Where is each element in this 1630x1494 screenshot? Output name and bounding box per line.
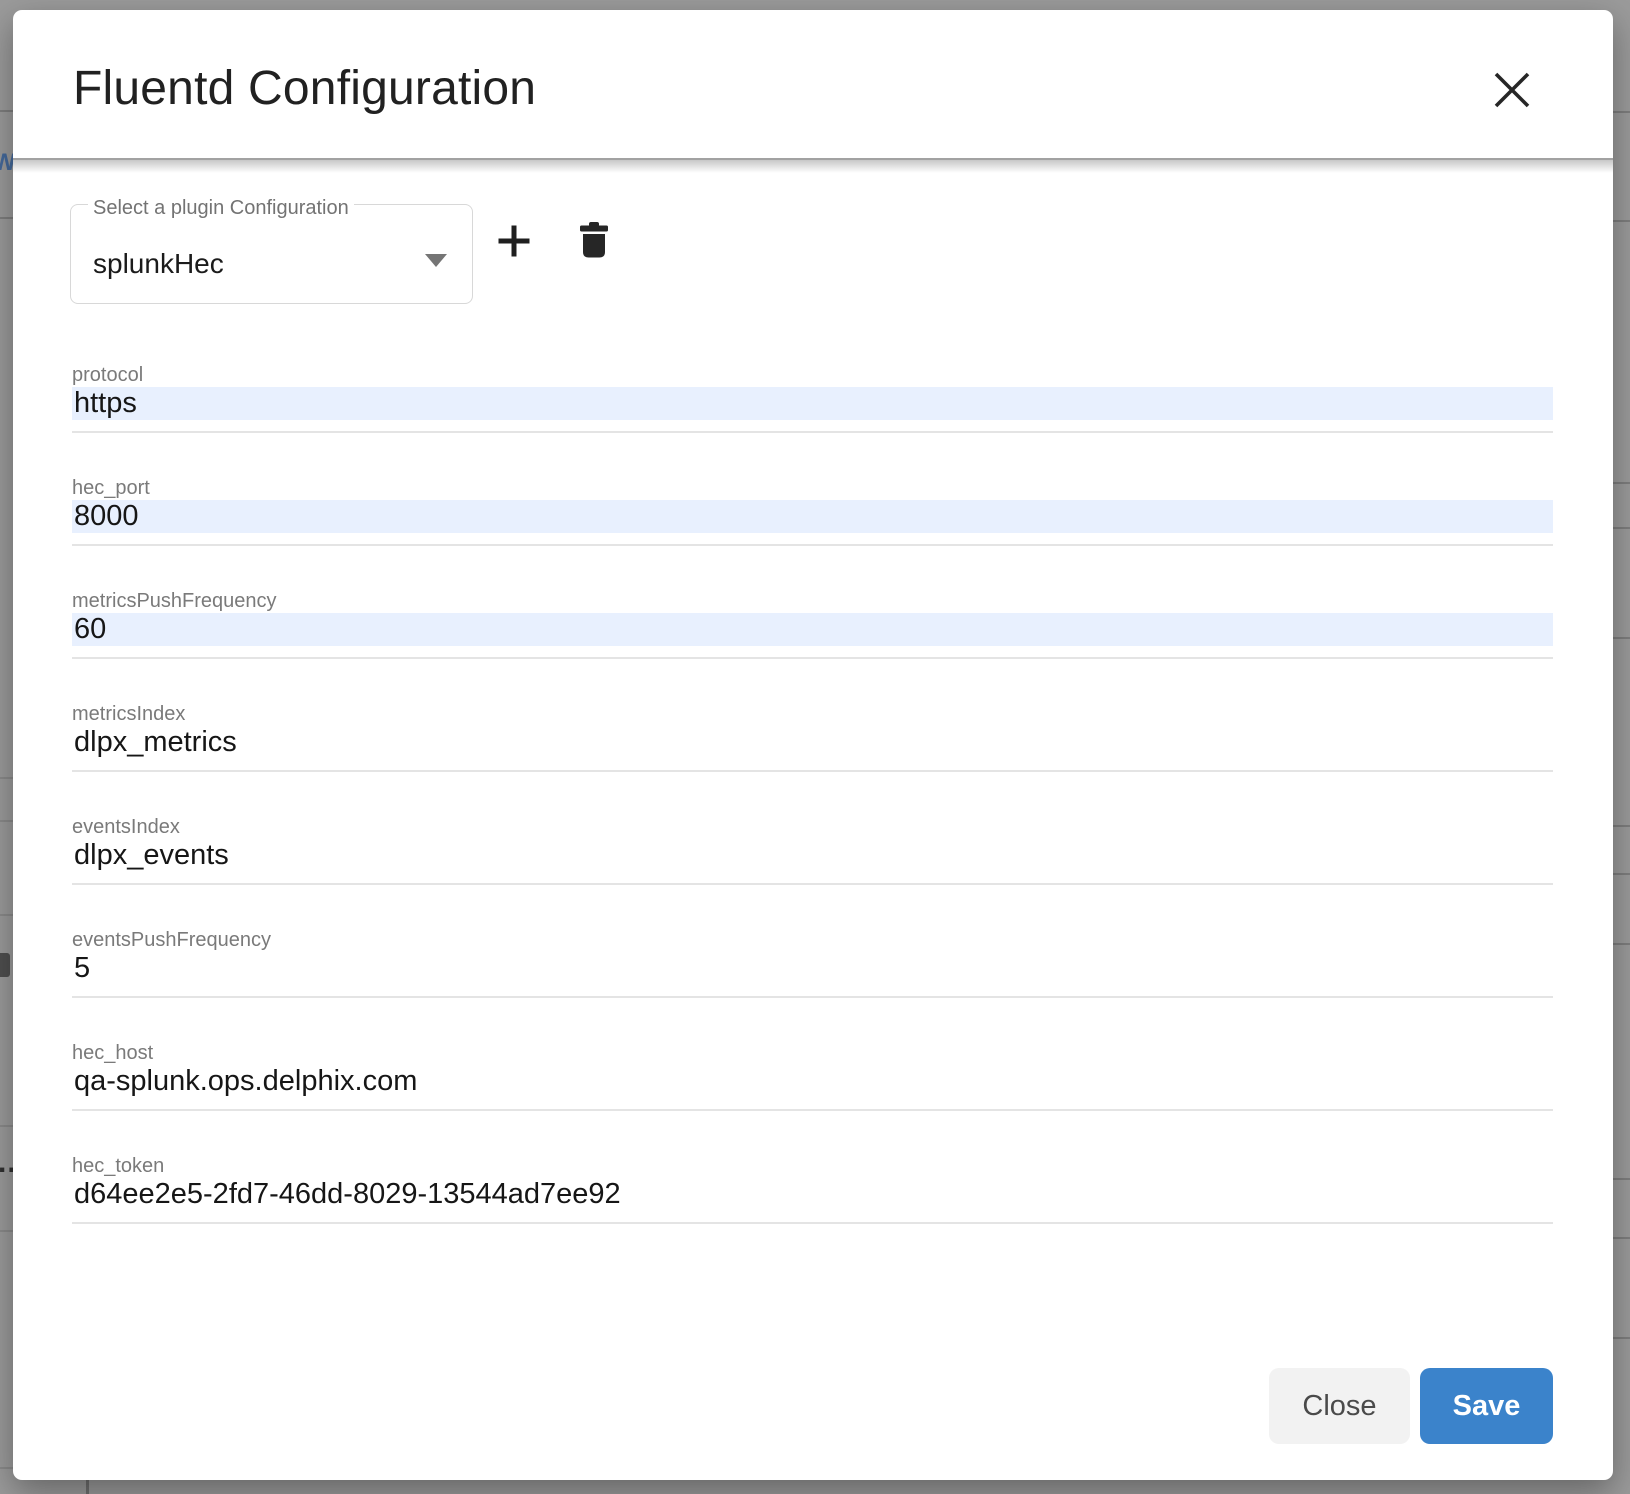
background-line bbox=[1613, 1178, 1630, 1180]
field-hec_token: hec_tokend64ee2e5-2fd7-46dd-8029-13544ad… bbox=[72, 1154, 1553, 1267]
field-input[interactable]: d64ee2e5-2fd7-46dd-8029-13544ad7ee92 bbox=[72, 1178, 1553, 1211]
field-eventsIndex: eventsIndexdlpx_events bbox=[72, 815, 1553, 928]
field-underline bbox=[72, 996, 1553, 998]
field-underline bbox=[72, 883, 1553, 885]
field-input[interactable]: https bbox=[72, 387, 1553, 420]
plugin-select-value: splunkHec bbox=[93, 247, 224, 281]
close-button[interactable]: Close bbox=[1269, 1368, 1410, 1444]
field-input[interactable]: qa-splunk.ops.delphix.com bbox=[72, 1065, 1553, 1098]
delete-configuration-button[interactable] bbox=[579, 222, 609, 259]
background-line bbox=[1613, 220, 1630, 222]
background-line bbox=[1613, 637, 1630, 639]
field-label: metricsPushFrequency bbox=[72, 589, 1553, 613]
background-line bbox=[1613, 1237, 1630, 1239]
field-label: eventsIndex bbox=[72, 815, 1553, 839]
field-input[interactable]: 60 bbox=[72, 613, 1553, 646]
field-underline bbox=[72, 1109, 1553, 1111]
background-line bbox=[1613, 873, 1630, 875]
background-line bbox=[1613, 482, 1630, 484]
background-line bbox=[0, 1125, 14, 1127]
field-input[interactable]: dlpx_metrics bbox=[72, 726, 1553, 759]
background-line bbox=[0, 820, 14, 822]
field-label: hec_port bbox=[72, 476, 1553, 500]
field-metricsIndex: metricsIndexdlpx_metrics bbox=[72, 702, 1553, 815]
background-line bbox=[0, 777, 14, 779]
configuration-fields: protocolhttpshec_port8000metricsPushFreq… bbox=[72, 363, 1553, 1267]
add-configuration-button[interactable] bbox=[497, 224, 531, 258]
field-underline bbox=[72, 1222, 1553, 1224]
close-dialog-button[interactable] bbox=[1490, 68, 1534, 112]
field-input[interactable]: dlpx_events bbox=[72, 839, 1553, 872]
field-underline bbox=[72, 770, 1553, 772]
plugin-configuration-select[interactable]: Select a plugin Configuration splunkHec bbox=[70, 204, 473, 304]
field-eventsPushFrequency: eventsPushFrequency5 bbox=[72, 928, 1553, 1041]
field-label: hec_token bbox=[72, 1154, 1553, 1178]
background-line bbox=[1613, 527, 1630, 529]
field-underline bbox=[72, 544, 1553, 546]
plus-icon bbox=[497, 224, 531, 258]
field-protocol: protocolhttps bbox=[72, 363, 1553, 476]
background-line bbox=[1613, 825, 1630, 827]
field-hec_host: hec_hostqa-splunk.ops.delphix.com bbox=[72, 1041, 1553, 1154]
field-label: protocol bbox=[72, 363, 1553, 387]
background-line bbox=[86, 1478, 89, 1494]
field-underline bbox=[72, 657, 1553, 659]
field-metricsPushFrequency: metricsPushFrequency60 bbox=[72, 589, 1553, 702]
plugin-select-label: Select a plugin Configuration bbox=[88, 197, 354, 219]
fluentd-configuration-dialog: Fluentd Configuration Select a plugin Co… bbox=[13, 10, 1613, 1480]
background-line bbox=[1613, 111, 1630, 113]
header-shadow bbox=[13, 160, 1613, 173]
dialog-header: Fluentd Configuration bbox=[13, 10, 1613, 158]
background-line bbox=[0, 217, 14, 219]
background-line bbox=[0, 110, 14, 112]
close-x-icon bbox=[1490, 68, 1534, 112]
background-line bbox=[0, 914, 14, 916]
dialog-title: Fluentd Configuration bbox=[73, 60, 536, 118]
field-underline bbox=[72, 431, 1553, 433]
save-button[interactable]: Save bbox=[1420, 1368, 1553, 1444]
background-line bbox=[1613, 943, 1630, 945]
trash-icon bbox=[579, 222, 609, 259]
field-input[interactable]: 8000 bbox=[72, 500, 1553, 533]
background-icon-fragment bbox=[0, 953, 10, 977]
background-line bbox=[0, 1467, 14, 1469]
field-label: hec_host bbox=[72, 1041, 1553, 1065]
chevron-down-icon bbox=[425, 254, 447, 267]
background-line bbox=[0, 1230, 14, 1232]
field-input[interactable]: 5 bbox=[72, 952, 1553, 985]
field-label: eventsPushFrequency bbox=[72, 928, 1553, 952]
field-label: metricsIndex bbox=[72, 702, 1553, 726]
field-hec_port: hec_port8000 bbox=[72, 476, 1553, 589]
background-line bbox=[1613, 1337, 1630, 1339]
